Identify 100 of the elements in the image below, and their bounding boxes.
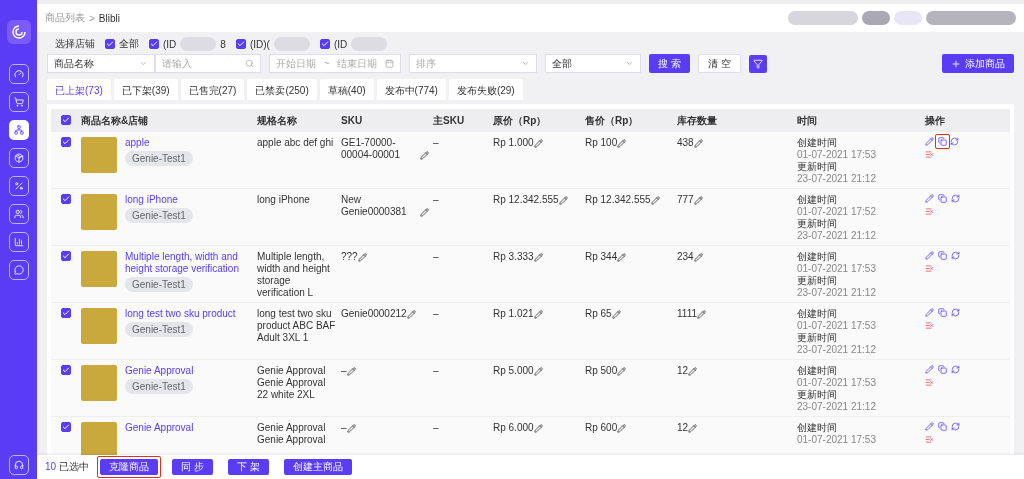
- edit-icon[interactable]: [346, 424, 356, 433]
- edit-icon[interactable]: [558, 196, 568, 205]
- status-select[interactable]: 全部: [545, 54, 641, 73]
- edit-icon[interactable]: [697, 310, 707, 319]
- sync-icon[interactable]: [951, 308, 960, 317]
- edit-icon[interactable]: [693, 139, 703, 148]
- list-icon[interactable]: [925, 378, 934, 387]
- tab[interactable]: 已售完(27): [180, 79, 245, 100]
- edit-icon[interactable]: [925, 251, 934, 260]
- store-checkbox[interactable]: [319, 39, 330, 49]
- row-checkbox[interactable]: [61, 308, 71, 318]
- search-button[interactable]: 搜 索: [649, 54, 690, 73]
- price-cell: Rp 1.021: [493, 308, 534, 320]
- time-value: 23-07-2021 21:12: [797, 401, 877, 413]
- copy-icon[interactable]: [938, 365, 947, 374]
- product-name-link[interactable]: Genie Approval: [125, 422, 194, 434]
- edit-icon[interactable]: [533, 310, 543, 319]
- sidebar-nav-icon[interactable]: [8, 120, 29, 140]
- sidebar-nav-icon[interactable]: [8, 92, 29, 112]
- bulk-action-button[interactable]: 下 架: [228, 459, 269, 475]
- filter-button[interactable]: [748, 54, 767, 73]
- edit-icon[interactable]: [533, 367, 543, 376]
- list-icon[interactable]: [925, 321, 934, 330]
- tab[interactable]: 发布失败(29): [448, 79, 523, 100]
- edit-icon[interactable]: [617, 367, 627, 376]
- product-name-link[interactable]: long iPhone: [125, 194, 193, 206]
- tab[interactable]: 草稿(40): [319, 79, 374, 100]
- sidebar-nav-icon[interactable]: [8, 64, 29, 84]
- clear-button[interactable]: 清 空: [697, 54, 741, 73]
- price-cell: Rp 500: [585, 365, 618, 377]
- product-name-link[interactable]: Genie Approval: [125, 365, 194, 377]
- list-icon[interactable]: [925, 435, 934, 444]
- edit-icon[interactable]: [617, 424, 627, 433]
- store-checkbox[interactable]: [105, 39, 115, 49]
- stock-cell: 234: [677, 251, 694, 263]
- bulk-action-button[interactable]: 同 步: [172, 459, 214, 475]
- sync-icon[interactable]: [951, 194, 960, 203]
- row-checkbox[interactable]: [61, 251, 71, 261]
- field-select[interactable]: 商品名称: [47, 54, 155, 73]
- edit-icon[interactable]: [693, 196, 703, 205]
- select-all-checkbox[interactable]: [61, 114, 71, 125]
- edit-icon[interactable]: [925, 365, 934, 374]
- tab[interactable]: 已禁卖(250): [247, 79, 317, 100]
- product-name-link[interactable]: apple: [125, 137, 193, 149]
- sync-icon[interactable]: [951, 365, 960, 374]
- product-name-link[interactable]: long test two sku product: [125, 308, 236, 320]
- edit-icon[interactable]: [346, 367, 356, 376]
- list-icon[interactable]: [925, 207, 934, 216]
- sync-icon[interactable]: [951, 251, 960, 260]
- edit-icon[interactable]: [925, 137, 934, 146]
- sync-icon[interactable]: [951, 422, 960, 431]
- bulk-action-button[interactable]: 创建主商品: [283, 459, 352, 475]
- add-product-button[interactable]: 添加商品: [942, 54, 1014, 73]
- copy-icon[interactable]: [938, 194, 947, 203]
- row-checkbox[interactable]: [61, 365, 71, 375]
- tab[interactable]: 发布中(774): [376, 79, 446, 100]
- edit-icon[interactable]: [925, 422, 934, 431]
- edit-icon[interactable]: [650, 196, 660, 205]
- sidebar-nav-icon[interactable]: [8, 232, 29, 252]
- edit-icon[interactable]: [406, 310, 416, 319]
- store-checkbox[interactable]: [149, 39, 159, 49]
- headset-icon[interactable]: [8, 455, 29, 475]
- edit-icon[interactable]: [925, 194, 934, 203]
- edit-icon[interactable]: [533, 424, 543, 433]
- edit-icon[interactable]: [533, 253, 543, 262]
- row-checkbox[interactable]: [61, 194, 71, 204]
- main-sku-cell-text: –: [433, 365, 440, 377]
- edit-icon[interactable]: [357, 253, 367, 262]
- edit-icon[interactable]: [611, 310, 621, 319]
- sidebar-nav-icon[interactable]: [8, 204, 29, 224]
- edit-icon[interactable]: [420, 151, 429, 160]
- copy-icon[interactable]: [938, 422, 947, 431]
- edit-icon[interactable]: [420, 208, 429, 217]
- sidebar-nav-icon[interactable]: [8, 176, 29, 196]
- filter-icon: [752, 58, 763, 69]
- product-name-link[interactable]: Multiple length, width and height storage verification: [125, 251, 257, 275]
- sidebar-nav-icon[interactable]: [8, 260, 29, 280]
- breadcrumb-current: Blibli: [98, 12, 120, 24]
- tab[interactable]: 已下架(39): [113, 79, 178, 100]
- copy-icon[interactable]: [938, 251, 947, 260]
- edit-icon[interactable]: [617, 253, 627, 262]
- sidebar-nav-icon[interactable]: [8, 148, 29, 168]
- copy-icon[interactable]: [938, 308, 947, 317]
- row-checkbox[interactable]: [61, 422, 71, 432]
- edit-icon[interactable]: [533, 139, 543, 148]
- store-filter-label: 选择店铺: [55, 37, 95, 51]
- photo-placeholder: [81, 308, 117, 344]
- edit-icon[interactable]: [693, 253, 703, 262]
- edit-icon[interactable]: [617, 139, 627, 148]
- row-checkbox[interactable]: [61, 137, 71, 147]
- store-checkbox[interactable]: [235, 39, 246, 49]
- edit-icon[interactable]: [688, 424, 698, 433]
- list-icon[interactable]: [925, 264, 934, 273]
- edit-icon[interactable]: [688, 367, 698, 376]
- tab[interactable]: 已上架(73): [47, 79, 111, 100]
- list-icon[interactable]: [925, 150, 934, 159]
- sync-icon[interactable]: [950, 137, 959, 146]
- bulk-action-button[interactable]: 克隆商品: [99, 459, 158, 475]
- sku-cell: –: [341, 365, 347, 377]
- edit-icon[interactable]: [925, 308, 934, 317]
